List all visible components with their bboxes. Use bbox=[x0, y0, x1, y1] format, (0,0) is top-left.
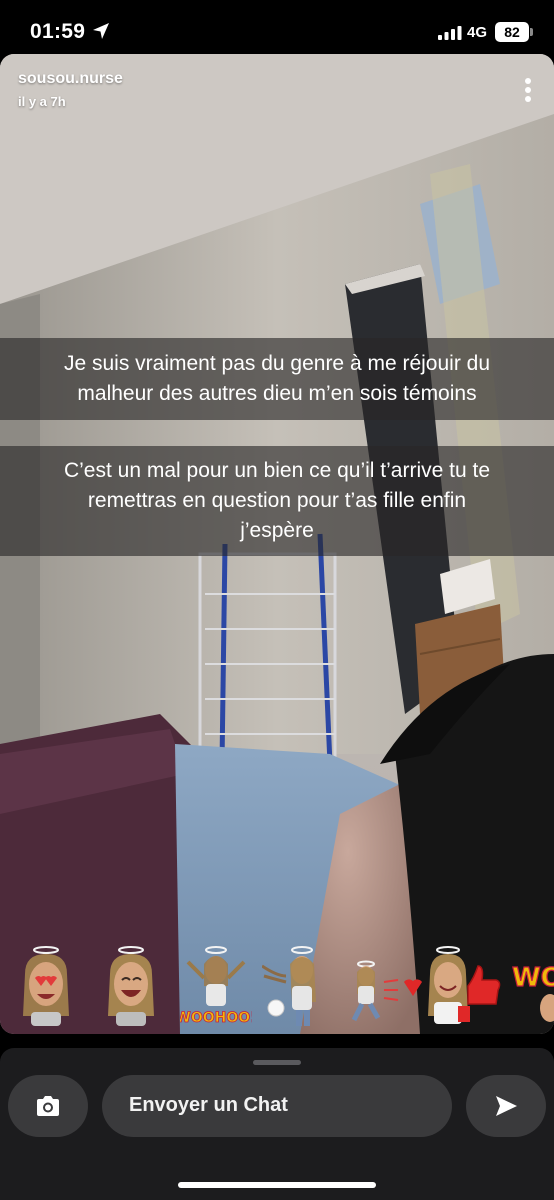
network-label: 4G bbox=[467, 24, 488, 41]
battery-tip bbox=[530, 28, 533, 36]
caption-1: Je suis vraiment pas du genre à me réjou… bbox=[0, 338, 554, 420]
bitmoji-heart-eyes-icon[interactable] bbox=[15, 946, 77, 1028]
sticker-wow-text: WO bbox=[512, 963, 554, 993]
snap-view[interactable]: sousou.nurse il y a 7h Je suis vraiment … bbox=[0, 54, 554, 1034]
bitmoji-laughing-icon[interactable] bbox=[100, 946, 162, 1028]
signal-bars-icon bbox=[438, 26, 462, 40]
bitmoji-running-heart-icon[interactable] bbox=[344, 946, 422, 1028]
caption-2: C’est un mal pour un bien ce qu’il t’arr… bbox=[0, 446, 554, 556]
more-vertical-icon[interactable] bbox=[520, 76, 536, 104]
sender-name[interactable]: sousou.nurse bbox=[18, 70, 123, 88]
caption-line: C’est un mal pour un bien ce qu’il t’arr… bbox=[63, 459, 491, 482]
drag-handle[interactable] bbox=[253, 1060, 301, 1065]
bitmoji-woohoo-icon[interactable]: WOOHOO! bbox=[180, 946, 252, 1028]
chat-bar: Envoyer un Chat bbox=[0, 1048, 554, 1200]
home-indicator bbox=[178, 1182, 376, 1188]
chat-placeholder: Envoyer un Chat bbox=[129, 1094, 288, 1116]
send-button[interactable] bbox=[466, 1075, 546, 1137]
status-bar: 01:59 4G 82 bbox=[0, 0, 554, 54]
caption-line: j’espère bbox=[240, 519, 314, 542]
chat-input[interactable]: Envoyer un Chat bbox=[102, 1075, 452, 1137]
battery-indicator: 82 bbox=[495, 22, 529, 42]
location-arrow-icon bbox=[93, 23, 109, 39]
caption-line: Je suis vraiment pas du genre à me réjou… bbox=[63, 352, 491, 375]
bitmoji-thumbs-up-icon[interactable] bbox=[428, 946, 502, 1028]
status-time: 01:59 bbox=[30, 20, 86, 43]
sticker-woohoo-text: WOOHOO! bbox=[180, 1010, 252, 1026]
caption-line: remettras en question pour t’as fille en… bbox=[87, 489, 467, 512]
bitmoji-wow-icon[interactable]: WO bbox=[510, 946, 554, 1028]
camera-icon bbox=[37, 1096, 59, 1116]
bitmoji-toilet-paper-icon[interactable] bbox=[262, 946, 332, 1028]
caption-line: malheur des autres dieu m’en sois témoin… bbox=[77, 382, 477, 405]
send-arrow-icon bbox=[496, 1096, 517, 1116]
camera-button[interactable] bbox=[8, 1075, 88, 1137]
post-timestamp: il y a 7h bbox=[18, 94, 66, 109]
